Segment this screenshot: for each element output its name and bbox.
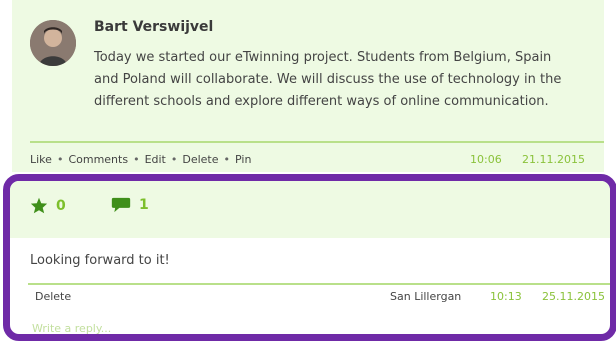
star-icon: [30, 197, 48, 214]
comments-link[interactable]: Comments: [68, 153, 128, 166]
comment-time: 10:13: [490, 290, 522, 303]
likes-stat[interactable]: 0: [30, 197, 66, 214]
comment-text: Looking forward to it!: [30, 253, 170, 268]
comment-author[interactable]: San Lillergan: [390, 290, 461, 303]
comments-stat[interactable]: 1: [111, 197, 149, 213]
avatar-image: [30, 20, 76, 66]
comment-date: 25.11.2015: [542, 290, 605, 303]
separator: •: [133, 153, 140, 166]
post-text: Today we started our eTwinning project. …: [94, 50, 562, 109]
separator: •: [223, 153, 231, 166]
pin-link[interactable]: Pin: [235, 153, 251, 166]
comment-delete-link[interactable]: Delete: [35, 290, 71, 303]
likes-count: 0: [56, 197, 66, 214]
stats-bar: 0 1: [10, 181, 610, 238]
like-link[interactable]: Like: [30, 153, 52, 166]
post-date: 21.11.2015: [522, 153, 585, 166]
delete-link[interactable]: Delete: [182, 153, 218, 166]
post-time: 10:06: [470, 153, 502, 166]
post-actions: Like • Comments • Edit • Delete • Pin: [30, 153, 251, 166]
reply-input[interactable]: Write a reply...: [32, 322, 111, 334]
comment-thread-highlight: 0 1 Looking forward to it! Delete San Li…: [3, 174, 616, 341]
divider: [28, 283, 610, 285]
post-card: Bart Verswijvel Today we started our eTw…: [12, 0, 604, 172]
avatar[interactable]: [30, 20, 76, 66]
separator: •: [170, 153, 178, 166]
edit-link[interactable]: Edit: [145, 153, 166, 166]
divider: [30, 141, 604, 143]
separator: •: [56, 153, 64, 166]
comment-bubble-icon: [111, 197, 131, 213]
comments-count: 1: [139, 197, 149, 213]
post-author[interactable]: Bart Verswijvel: [94, 19, 213, 35]
